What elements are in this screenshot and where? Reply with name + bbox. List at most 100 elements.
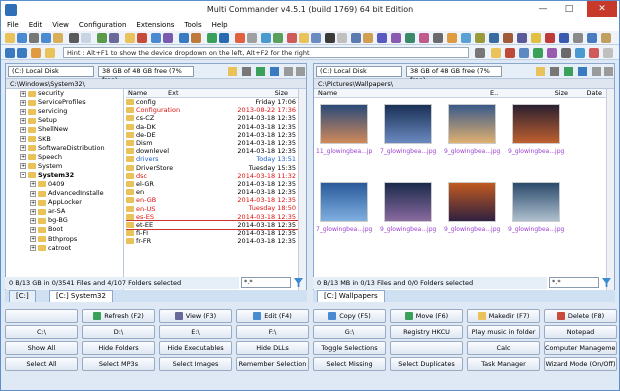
right-expand-icon[interactable] xyxy=(592,67,601,76)
tree-item[interactable]: + Speech xyxy=(6,153,123,162)
edit-button[interactable]: Edit (F4) xyxy=(236,309,309,323)
tab-c-root[interactable]: [C:] xyxy=(9,290,36,302)
thumbnail-item[interactable]: 9_glowingbea...jpg xyxy=(380,182,436,233)
file-row[interactable]: el-GR 2014-03-18 12:35 xyxy=(126,180,298,188)
select-images-button[interactable]: Select Images xyxy=(159,357,232,371)
notepad-button[interactable]: Notepad xyxy=(544,325,617,339)
column-ext[interactable]: Ext xyxy=(168,89,210,97)
file-row-focused[interactable]: et-EE 2014-03-18 12:35 xyxy=(126,219,298,231)
search-icon[interactable] xyxy=(69,33,79,43)
plugin-icon[interactable] xyxy=(419,33,429,43)
delete-icon[interactable] xyxy=(137,33,147,43)
cut-icon[interactable] xyxy=(29,33,39,43)
terminal-icon[interactable] xyxy=(207,33,217,43)
right-up-arrow-icon[interactable] xyxy=(564,67,573,76)
tree-item[interactable]: + bg-BG xyxy=(6,216,123,225)
paste-icon[interactable] xyxy=(53,33,63,43)
thumbnail-item[interactable]: 11_glowingbea...jpg xyxy=(316,104,372,155)
history-icon[interactable] xyxy=(519,48,529,58)
show-all-button[interactable]: Show All xyxy=(5,341,78,355)
task-manager-button[interactable]: Task Manager xyxy=(467,357,540,371)
column-size[interactable]: Size xyxy=(518,89,568,97)
play-music-button[interactable]: Play music in folder xyxy=(467,325,540,339)
thumbnail-item[interactable]: 9_glowingbea...jpg xyxy=(444,104,500,155)
drive-f-button[interactable]: F:\ xyxy=(236,325,309,339)
column-name[interactable]: Name xyxy=(126,89,168,97)
menu-extensions[interactable]: Extensions xyxy=(136,21,174,29)
tree-item[interactable]: + Boot xyxy=(6,225,123,234)
right-path-bar[interactable]: C:\Pictures\Wallpapers\ xyxy=(314,79,614,89)
file-row[interactable]: en-GB 2014-03-18 12:35 xyxy=(126,196,298,204)
select-mp3s-button[interactable]: Select MP3s xyxy=(82,357,155,371)
file-row[interactable]: cs-CZ 2014-03-18 12:35 xyxy=(126,114,298,122)
calculator-icon[interactable] xyxy=(475,33,485,43)
help-icon[interactable] xyxy=(587,33,597,43)
run-icon[interactable] xyxy=(533,48,543,58)
right-filter-input[interactable]: *.* xyxy=(549,277,599,288)
refresh-button[interactable]: Refresh (F2) xyxy=(82,309,155,323)
link-icon[interactable] xyxy=(405,33,415,43)
left-up-arrow-icon[interactable] xyxy=(256,67,265,76)
sync-icon[interactable] xyxy=(151,33,161,43)
new-folder-icon[interactable] xyxy=(125,33,135,43)
left-filter-input[interactable]: *.* xyxy=(241,277,291,288)
layout-icon[interactable] xyxy=(81,33,91,43)
calc-button[interactable]: Calc xyxy=(467,341,540,355)
columns-icon[interactable] xyxy=(561,48,571,58)
pdf-icon[interactable] xyxy=(287,33,297,43)
select-all-button[interactable]: Select All xyxy=(5,357,78,371)
script-icon[interactable] xyxy=(517,33,527,43)
register-icon[interactable] xyxy=(489,33,499,43)
close-button[interactable]: ✕ xyxy=(587,1,617,17)
right-collapse-icon[interactable] xyxy=(604,67,613,76)
globe-icon[interactable] xyxy=(351,33,361,43)
thumbnail-item[interactable]: 7_glowingbea...jpg xyxy=(380,104,436,155)
hide-dlls-button[interactable]: Hide DLLs xyxy=(236,341,309,355)
file-row[interactable]: es-ES 2014-03-18 12:35 xyxy=(126,213,298,221)
blank-button[interactable] xyxy=(5,309,78,323)
tree-item[interactable]: + Setup xyxy=(6,116,123,125)
menu-file[interactable]: File xyxy=(7,21,19,29)
file-row[interactable]: Dism 2014-03-18 12:35 xyxy=(126,139,298,147)
computer-management-button[interactable]: Computer Management xyxy=(544,341,617,355)
left-path-bar[interactable]: C:\Windows\System32\ xyxy=(6,79,306,89)
package-icon[interactable] xyxy=(503,33,513,43)
right-drive-select[interactable]: (C:) Local Disk xyxy=(316,66,402,77)
left-backslash-icon[interactable] xyxy=(242,67,251,76)
file-row[interactable]: drivers Today 13:51 xyxy=(126,155,298,163)
registry-hkcu-button[interactable]: Registry HKCU xyxy=(390,325,463,339)
bookmark-icon[interactable] xyxy=(391,33,401,43)
tree-item[interactable]: + catroot xyxy=(6,244,123,253)
settings-icon[interactable] xyxy=(235,33,245,43)
left-collapse-icon[interactable] xyxy=(296,67,305,76)
select-duplicates-button[interactable]: Select Duplicates xyxy=(390,357,463,371)
right-vertical-scrollbar[interactable] xyxy=(606,89,614,292)
file-row[interactable]: downlevel 2014-03-18 12:35 xyxy=(126,147,298,155)
tree-item[interactable]: +0409 xyxy=(6,180,123,189)
dropdown-chevron-icon[interactable] xyxy=(475,48,485,58)
menu-view[interactable]: View xyxy=(52,21,69,29)
file-row[interactable]: de-DE 2014-03-18 12:35 xyxy=(126,131,298,139)
file-row[interactable]: dsc 2014-03-18 11:32 xyxy=(126,172,298,180)
power-icon[interactable] xyxy=(589,48,599,58)
tree-item[interactable]: + AppLocker xyxy=(6,198,123,207)
tab-wallpapers[interactable]: [C:] Wallpapers xyxy=(317,290,385,302)
sort-icon[interactable] xyxy=(575,48,585,58)
file-row[interactable]: config Friday 17:06 xyxy=(126,98,298,106)
back-icon[interactable] xyxy=(5,48,15,58)
compare-icon[interactable] xyxy=(163,33,173,43)
image-icon[interactable] xyxy=(311,33,321,43)
left-drive-select[interactable]: (C:) Local Disk xyxy=(8,66,94,77)
favorite-star-icon[interactable] xyxy=(531,33,541,43)
more-icon[interactable] xyxy=(603,48,613,58)
tree-item[interactable]: + ServiceProfiles xyxy=(6,98,123,107)
hide-executables-button[interactable]: Hide Executables xyxy=(159,341,232,355)
drive-c-button[interactable]: C:\ xyxy=(5,325,78,339)
drive-d-button[interactable]: D:\ xyxy=(82,325,155,339)
tree-item[interactable]: + SoftwareDistribution xyxy=(6,144,123,153)
tools-icon[interactable] xyxy=(247,33,257,43)
tree-item[interactable]: + System xyxy=(6,162,123,171)
right-folder-icon[interactable] xyxy=(536,67,545,76)
left-expand-icon[interactable] xyxy=(284,67,293,76)
minimize-button[interactable]: — xyxy=(531,1,555,17)
